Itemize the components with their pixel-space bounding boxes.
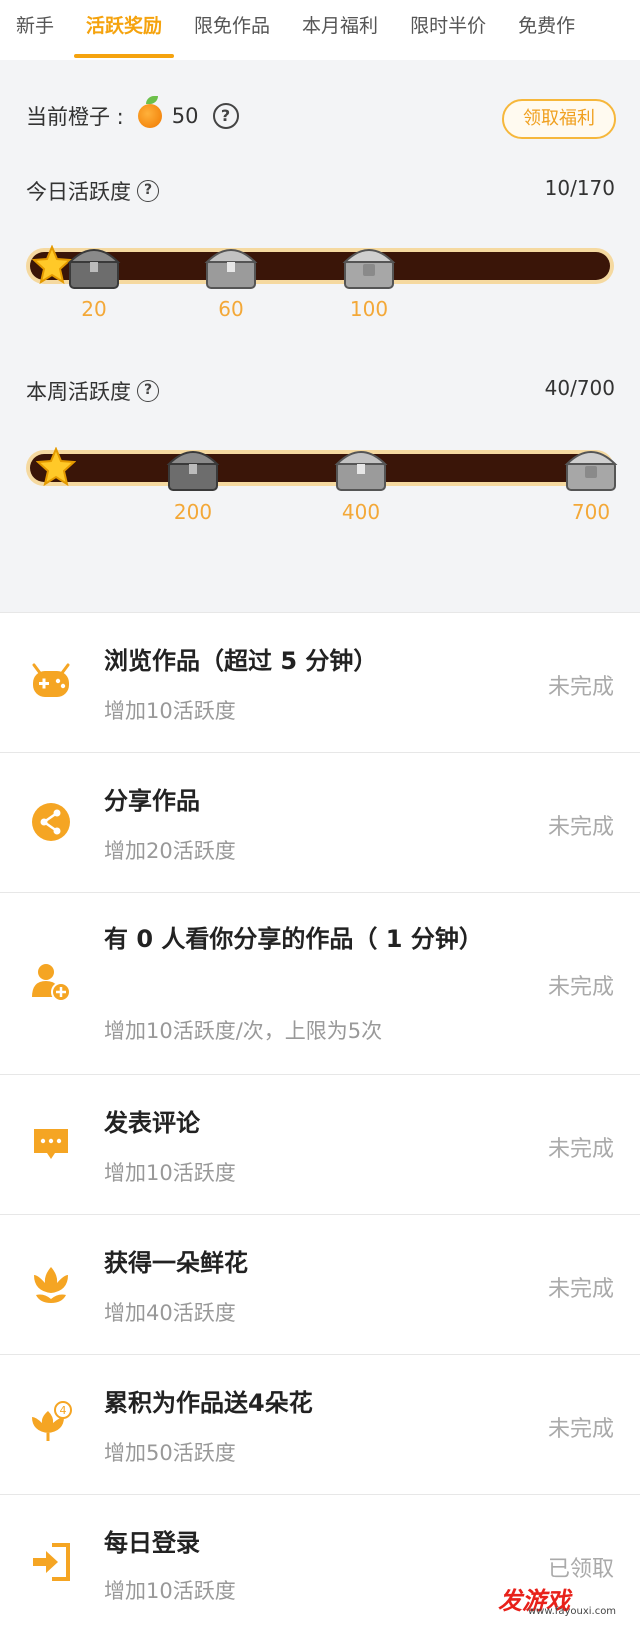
task-title: 发表评论 [104,1109,200,1137]
daily-milestone-60: 60 [218,297,244,321]
flower-icon [34,1267,68,1303]
tab-newbie[interactable]: 新手 [0,0,70,60]
login-icon [33,1543,70,1581]
task-status: 未完成 [547,975,614,1000]
daily-milestone-100: 100 [349,297,389,321]
add-user-icon [32,964,71,1002]
weekly-milestone-200: 200 [173,500,213,524]
tab-free-works-2[interactable]: 免费作 [502,0,591,60]
orange-label: 当前橙子 : [26,105,124,129]
chest-icon[interactable] [563,444,619,494]
task-status: 未完成 [547,675,614,700]
task-post-comment[interactable]: 发表评论 增加10活跃度 未完成 [0,1074,640,1214]
gamepad-icon [32,663,70,697]
flower-badge-count: 4 [60,1404,67,1417]
chest-icon[interactable] [333,444,389,494]
weekly-help-icon[interactable]: ? [137,380,159,402]
tab-activity-rewards[interactable]: 活跃奖励 [70,0,178,60]
task-status: 未完成 [547,1137,614,1162]
daily-activity-title: 今日活跃度 [26,180,131,204]
task-get-flower[interactable]: 获得一朵鲜花 增加40活跃度 未完成 [0,1214,640,1354]
task-subtitle: 增加50活跃度 [104,1441,236,1465]
orange-icon [137,96,162,128]
orange-balance: 当前橙子 : 50 ? [26,96,239,134]
daily-help-icon[interactable]: ? [137,180,159,202]
task-subtitle: 增加10活跃度/次，上限为5次 [104,1019,383,1043]
task-title: 每日登录 [104,1529,200,1557]
tab-monthly-benefits[interactable]: 本月福利 [286,0,394,60]
help-icon[interactable]: ? [212,103,239,129]
task-subtitle: 增加10活跃度 [104,1579,236,1603]
task-subtitle: 增加20活跃度 [104,839,236,863]
watermark-url: www.fayouxi.com [528,1606,617,1617]
task-subtitle: 增加10活跃度 [104,699,236,723]
chest-icon[interactable] [203,242,259,292]
chest-icon[interactable] [66,242,122,292]
task-status: 未完成 [547,815,614,840]
daily-activity-label: 今日活跃度 ? [26,176,159,206]
claim-benefits-button[interactable]: 领取福利 [502,99,616,139]
daily-activity-count: 10/170 [544,176,615,200]
weekly-milestone-400: 400 [341,500,381,524]
watermark-logo: 发游戏 www.fayouxi.com [498,1578,616,1618]
weekly-activity-count: 40/700 [544,376,615,400]
chest-icon[interactable] [165,444,221,494]
chest-icon[interactable] [341,242,397,292]
daily-milestone-20: 20 [81,297,107,321]
star-icon [36,447,76,487]
task-title: 获得一朵鲜花 [104,1249,248,1277]
task-viewers-of-shared[interactable]: 有 0 人看你分享的作品（ 1 分钟） 增加10活跃度/次，上限为5次 未完成 [0,892,640,1074]
tab-half-price[interactable]: 限时半价 [394,0,502,60]
task-subtitle: 增加40活跃度 [104,1301,236,1325]
task-title: 有 0 人看你分享的作品（ 1 分钟） [104,925,483,953]
comment-icon [34,1129,68,1159]
tab-free-works[interactable]: 限免作品 [178,0,286,60]
task-title: 分享作品 [104,787,200,815]
task-status: 未完成 [547,1417,614,1442]
weekly-milestone-700: 700 [571,500,611,524]
task-status: 未完成 [547,1277,614,1302]
tab-bar: 新手 活跃奖励 限免作品 本月福利 限时半价 免费作 [0,0,640,60]
activity-panel [0,60,640,612]
task-subtitle: 增加10活跃度 [104,1161,236,1185]
task-send-four-flowers[interactable]: 4 累积为作品送4朵花 增加50活跃度 未完成 [0,1354,640,1494]
task-title: 浏览作品（超过 5 分钟） [104,647,378,675]
flower-badge-icon: 4 [32,1401,72,1441]
task-title: 累积为作品送4朵花 [104,1389,313,1417]
task-share-works[interactable]: 分享作品 增加20活跃度 未完成 [0,752,640,892]
weekly-activity-label: 本周活跃度 ? [26,376,159,406]
weekly-activity-title: 本周活跃度 [26,380,131,404]
task-browse-works[interactable]: 浏览作品（超过 5 分钟） 增加10活跃度 未完成 [0,612,640,752]
weekly-progress-track [26,450,614,486]
orange-count: 50 [171,104,199,128]
share-icon [32,803,70,841]
